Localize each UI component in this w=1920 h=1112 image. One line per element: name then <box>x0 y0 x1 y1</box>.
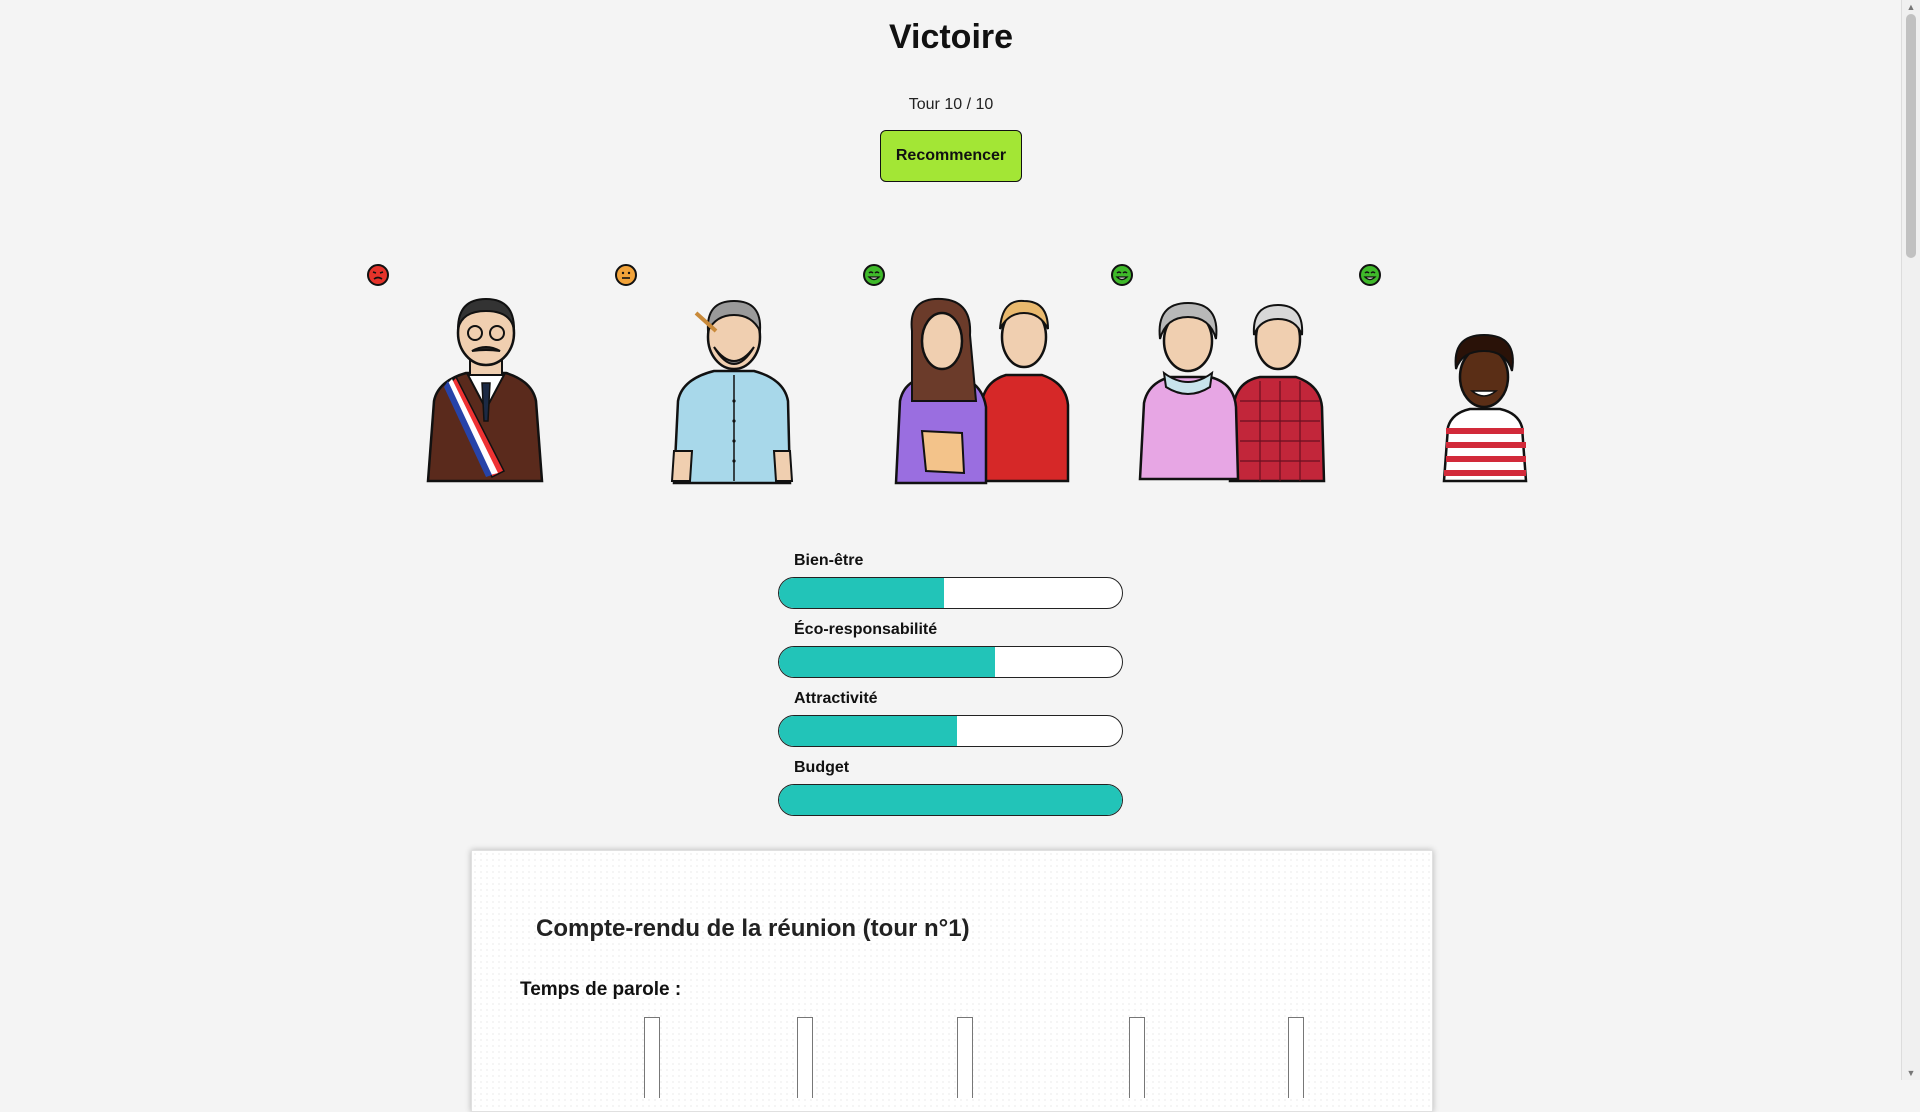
gauge-fill <box>779 785 1122 815</box>
scroll-down-icon[interactable]: ▼ <box>1906 1068 1916 1078</box>
gauge-label: Budget <box>794 759 850 776</box>
speaking-time-label: Temps de parole : <box>520 979 682 1000</box>
gauge-fill <box>779 578 944 608</box>
turn-counter: Tour 10 / 10 <box>908 96 994 113</box>
speaking-time-bar <box>1129 1017 1145 1098</box>
report-title: Compte-rendu de la réunion (tour n°1) <box>536 915 970 942</box>
gauge-bar <box>778 784 1123 816</box>
gauge-bar <box>778 715 1123 747</box>
vertical-scrollbar[interactable]: ▲ ▼ <box>1901 0 1920 1080</box>
scrollbar-thumb[interactable] <box>1906 14 1916 258</box>
character-artist[interactable] <box>614 255 834 495</box>
gauge-label: Éco-responsabilité <box>794 621 938 638</box>
gauge-label: Attractivité <box>794 690 878 707</box>
angry-face-icon <box>367 264 389 286</box>
character-elderly[interactable] <box>1110 255 1330 495</box>
page-title: Victoire <box>888 18 1014 56</box>
mayor-figure <box>426 297 544 483</box>
character-mayor[interactable] <box>366 255 586 495</box>
gauge-eco-responsabilite: Éco-responsabilité <box>778 621 1124 678</box>
speaking-time-bar <box>957 1017 973 1098</box>
gauge-budget: Budget <box>778 759 1124 816</box>
couple-figure <box>894 297 1070 485</box>
speaking-time-bar <box>1288 1017 1304 1098</box>
gauge-attractivite: Attractivité <box>778 690 1124 747</box>
happy-face-icon <box>1359 264 1381 286</box>
gauges-panel: Bien-être Éco-responsabilité Attractivit… <box>778 552 1124 828</box>
meeting-report: Compte-rendu de la réunion (tour n°1) Te… <box>471 850 1433 1112</box>
character-child[interactable] <box>1358 255 1578 495</box>
character-couple[interactable] <box>862 255 1082 495</box>
gauge-fill <box>779 716 958 746</box>
gauge-bien-etre: Bien-être <box>778 552 1124 609</box>
neutral-face-icon <box>615 264 637 286</box>
restart-button[interactable]: Recommencer <box>880 130 1022 182</box>
scroll-up-icon[interactable]: ▲ <box>1906 2 1916 12</box>
child-figure <box>1442 333 1528 483</box>
happy-face-icon <box>1111 264 1133 286</box>
artist-figure <box>670 299 794 485</box>
speaking-time-bar <box>797 1017 813 1098</box>
gauge-bar <box>778 577 1123 609</box>
gauge-label: Bien-être <box>794 552 864 569</box>
gauge-bar <box>778 646 1123 678</box>
speaking-time-bar <box>644 1017 660 1098</box>
gauge-fill <box>779 647 996 677</box>
elderly-couple-figure <box>1138 301 1326 483</box>
happy-face-icon <box>863 264 885 286</box>
